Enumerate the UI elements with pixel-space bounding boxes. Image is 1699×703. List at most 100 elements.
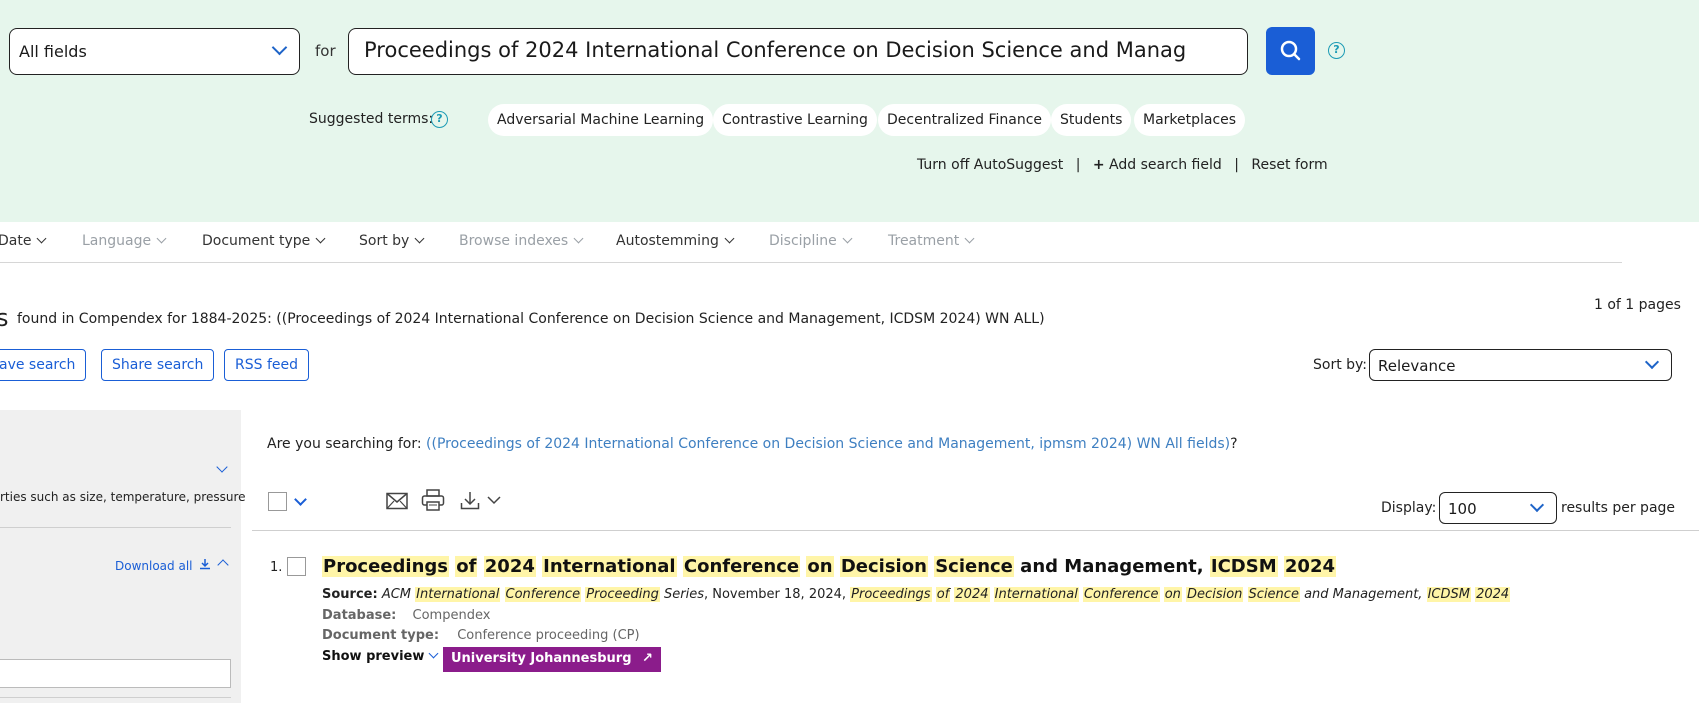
page-count: 1 of 1 pages (1594, 297, 1681, 313)
database-value: Compendex (412, 608, 491, 623)
select-all-checkbox[interactable] (268, 492, 287, 511)
chevron-down-icon[interactable] (294, 493, 307, 506)
search-term-highlight: Decision (1186, 587, 1244, 602)
search-term-highlight: Decision (839, 556, 928, 577)
filter-label: Treatment (888, 233, 960, 249)
separator: | (1075, 157, 1081, 173)
search-term-highlight: International (993, 587, 1079, 602)
chevron-down-icon (428, 648, 439, 659)
result-number: 1. (270, 560, 283, 575)
results-per-page-value: 100 (1448, 500, 1477, 518)
search-term-highlight: 2024 (1283, 556, 1337, 577)
plus-icon: + (1092, 157, 1105, 173)
chevron-down-icon (964, 233, 975, 244)
sort-by-select[interactable]: Relevance (1369, 349, 1672, 381)
source-value: ACM International Conference Proceeding … (381, 587, 1511, 602)
download-all-link[interactable]: Download all (115, 558, 211, 573)
chevron-down-icon (1644, 354, 1660, 370)
filter-label: Autostemming (616, 233, 719, 249)
email-icon[interactable] (386, 492, 408, 510)
turn-off-autosuggest-link[interactable]: Turn off AutoSuggest (917, 157, 1063, 173)
text-fragment (1243, 587, 1247, 602)
result-document-type: Document type: Conference proceeding (CP… (322, 628, 640, 643)
reset-form-link[interactable]: Reset form (1251, 157, 1327, 173)
search-term-highlight: 2024 (1475, 587, 1511, 602)
search-field-select-value: All fields (19, 42, 87, 61)
search-term-highlight: Conference (682, 556, 801, 577)
results-per-page-select[interactable]: 100 (1439, 492, 1557, 524)
sidebar-search-input[interactable] (0, 659, 231, 688)
suggested-term-chip[interactable]: Contrastive Learning (713, 104, 877, 136)
download-icon[interactable] (460, 491, 480, 510)
filter-label: Sort by (359, 233, 410, 249)
search-term-highlight: Conference (1082, 587, 1160, 602)
filter-discipline[interactable]: Discipline (769, 233, 853, 249)
search-term-highlight: Science (934, 556, 1014, 577)
chevron-down-icon (842, 233, 853, 244)
search-icon (1280, 40, 1301, 61)
filter-document-type[interactable]: Document type (202, 233, 326, 249)
separator: | (1234, 157, 1239, 173)
show-preview-toggle[interactable]: Show preview (322, 648, 439, 664)
results-per-page-label: results per page (1561, 500, 1676, 516)
result-database: Database: Compendex (322, 608, 490, 623)
text-fragment: and Management, (1299, 587, 1427, 602)
suggested-term-chip[interactable]: Decentralized Finance (878, 104, 1052, 136)
filter-date[interactable]: Date (0, 233, 47, 249)
chevron-down-icon (156, 233, 167, 244)
external-link-icon: ↗ (642, 651, 653, 666)
suggested-term-chip[interactable]: Adversarial Machine Learning (488, 104, 714, 136)
text-fragment (1278, 556, 1284, 577)
did-you-mean: Are you searching for: ((Proceedings of … (267, 436, 1238, 452)
text-fragment: and Management, (1013, 556, 1210, 577)
text-fragment (477, 556, 483, 577)
filter-autostemming[interactable]: Autostemming (616, 233, 735, 249)
database-label: Database: (322, 608, 397, 623)
search-term-highlight: International (415, 587, 501, 602)
filter-sort-by[interactable]: Sort by (359, 233, 425, 249)
search-query-input[interactable]: Proceedings of 2024 International Confer… (348, 28, 1248, 75)
did-you-mean-link[interactable]: ((Proceedings of 2024 International Conf… (426, 436, 1230, 452)
search-term-highlight: International (542, 556, 677, 577)
text-fragment: ACM (381, 587, 416, 602)
display-label: Display: (1381, 500, 1437, 516)
result-checkbox[interactable] (287, 557, 306, 576)
suggested-term-chip[interactable]: Students (1051, 104, 1132, 136)
filter-treatment[interactable]: Treatment (888, 233, 975, 249)
text-fragment (677, 556, 683, 577)
suggested-terms-help-icon[interactable]: ? (431, 111, 448, 128)
sidebar-divider (0, 697, 231, 698)
print-icon[interactable] (421, 489, 445, 511)
sort-by-label: Sort by: (1313, 357, 1368, 373)
search-term-highlight: ICDSM (1426, 587, 1471, 602)
filter-browse-indexes[interactable]: Browse indexes (459, 233, 584, 249)
search-term-highlight: of (455, 556, 478, 577)
document-type-value: Conference proceeding (CP) (457, 628, 640, 643)
rss-feed-button[interactable]: RSS feed (224, 349, 309, 381)
suggested-term-chip[interactable]: Marketplaces (1134, 104, 1246, 136)
did-you-mean-prefix: Are you searching for: (267, 436, 427, 452)
share-search-button[interactable]: Share search (101, 349, 215, 381)
filter-label: Discipline (769, 233, 837, 249)
save-search-button[interactable]: ave search (0, 349, 87, 381)
search-term-highlight: Proceedings (850, 587, 932, 602)
result-source: Source: ACM International Conference Pro… (322, 587, 1511, 602)
search-help-icon[interactable]: ? (1328, 42, 1345, 59)
add-search-field-link[interactable]: Add search field (1109, 157, 1222, 173)
text-fragment (500, 587, 504, 602)
results-count-fragment: s (0, 304, 9, 332)
download-icon (200, 559, 211, 570)
text-fragment (834, 556, 840, 577)
chevron-down-icon[interactable] (486, 494, 502, 506)
download-all-label: Download all (115, 559, 193, 573)
search-button[interactable] (1266, 27, 1315, 75)
show-preview-label: Show preview (322, 649, 425, 664)
results-divider (252, 530, 1699, 531)
result-title-link[interactable]: Proceedings of 2024 International Confer… (322, 556, 1337, 577)
filter-language[interactable]: Language (82, 233, 167, 249)
text-fragment: Series (659, 587, 704, 602)
search-field-select[interactable]: All fields (9, 28, 300, 75)
chevron-down-icon (315, 233, 326, 244)
chevron-down-icon (414, 233, 425, 244)
university-full-text-link[interactable]: University Johannesburg ↗ (443, 647, 661, 672)
